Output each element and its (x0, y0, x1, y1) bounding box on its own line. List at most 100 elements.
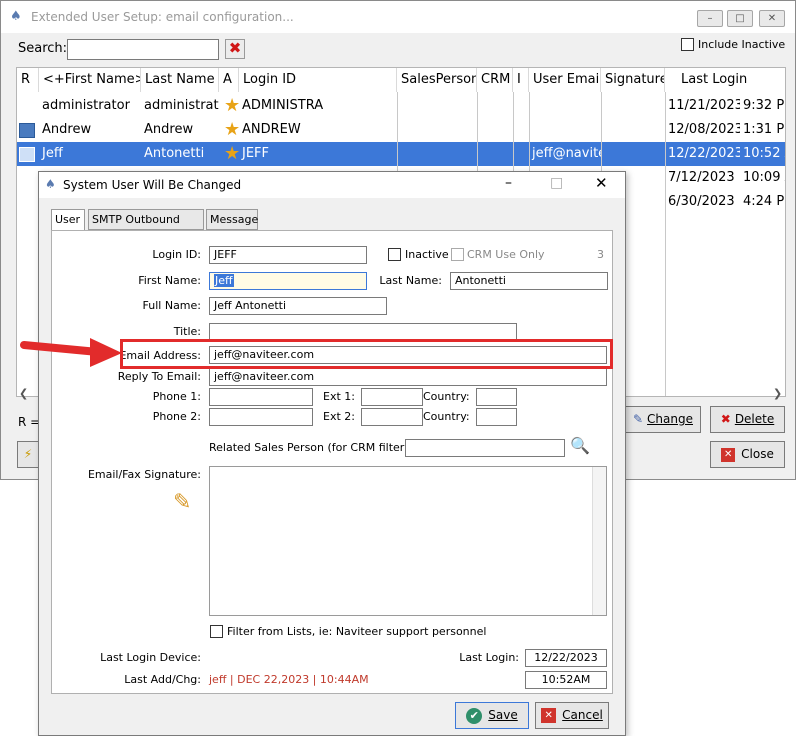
save-button[interactable]: ✔ Save (455, 702, 529, 729)
signature-scrollbar[interactable] (592, 467, 606, 615)
ext1-field[interactable] (361, 388, 423, 406)
window-title: Extended User Setup: email configuration… (31, 10, 294, 24)
col-header-r[interactable]: R (17, 68, 39, 92)
last-add-chg-value: jeff | DEC 22,2023 | 10:44AM (209, 673, 369, 686)
first-name-value: Jeff (214, 274, 234, 287)
dialog-maximize-button[interactable]: □ (550, 175, 563, 191)
column-divider (665, 92, 666, 396)
signature-label: Email/Fax Signature: (87, 468, 201, 481)
country1-field[interactable] (476, 388, 517, 406)
country2-field[interactable] (476, 408, 517, 426)
delete-button[interactable]: ✖ Delete (710, 406, 785, 433)
cell-last-login-date: 7/12/2023 (668, 170, 735, 185)
country1-label: Country: (423, 390, 470, 403)
clear-search-button[interactable]: ✖ (225, 39, 245, 59)
cancel-button[interactable]: ✕ Cancel (535, 702, 609, 729)
delete-button-label: Delete (734, 412, 775, 426)
last-add-chg-label: Last Add/Chg: (124, 673, 201, 686)
tab-user[interactable]: User (51, 209, 85, 231)
full-name-field[interactable]: Jeff Antonetti (209, 297, 387, 315)
col-header-signature[interactable]: Signature (601, 68, 665, 92)
user-number: 3 (597, 248, 604, 261)
related-sales-person-label: Related Sales Person (for CRM filtering)… (209, 441, 430, 454)
tab-message[interactable]: Message (206, 209, 258, 230)
close-button-label: Close (741, 447, 774, 461)
reply-to-field[interactable]: jeff@naviteer.com (209, 368, 607, 386)
cell-last-login-date: 6/30/2023 (668, 194, 735, 209)
user-card-icon (19, 147, 35, 162)
close-window-button[interactable]: ✕ (759, 10, 785, 27)
filter-from-lists-label: Filter from Lists, ie: Naviteer support … (227, 625, 487, 638)
close-button[interactable]: ✕ Close (710, 441, 785, 468)
admin-star-icon: ★ (224, 119, 241, 140)
ext2-label: Ext 2: (323, 410, 355, 423)
check-icon: ✔ (466, 707, 483, 724)
scroll-right-icon[interactable]: ❯ (773, 387, 782, 400)
admin-star-icon: ★ (224, 143, 241, 164)
cell-last-name: Andrew (144, 122, 194, 137)
cell-last-login-date: 12/08/2023 (668, 122, 740, 137)
col-header-login-id[interactable]: Login ID (239, 68, 397, 92)
cancel-x-icon: ✕ (541, 708, 557, 723)
login-id-field[interactable]: JEFF (209, 246, 367, 264)
phone1-label: Phone 1: (152, 390, 201, 403)
tab-smtp-outbound-email[interactable]: SMTP Outbound Email (88, 209, 204, 245)
cell-login-id: ADMINISTRA (242, 98, 324, 113)
phone2-field[interactable] (209, 408, 313, 426)
include-inactive-checkbox[interactable] (681, 38, 694, 51)
email-highlight-box (120, 339, 613, 369)
cell-last-login-time: 10:09 AM (743, 170, 785, 185)
ext2-field[interactable] (361, 408, 423, 426)
col-header-a[interactable]: A (219, 68, 239, 92)
col-header-crm[interactable]: CRM (477, 68, 513, 92)
window-titlebar: ♠ Extended User Setup: email configurati… (1, 1, 795, 33)
lightning-button[interactable]: ⚡ (17, 441, 39, 468)
signature-textarea[interactable] (209, 466, 607, 616)
cell-last-name: administrato (144, 98, 219, 113)
edit-user-icon: ✎ (632, 412, 644, 426)
col-header-user-email[interactable]: User Email (529, 68, 601, 92)
full-name-label: Full Name: (142, 299, 201, 312)
cell-last-login-time: 9:32 PM (743, 98, 785, 113)
save-button-label: Save (488, 708, 518, 722)
cell-last-login-date: 12/22/2023 (668, 146, 740, 161)
col-header-last-name[interactable]: Last Name (141, 68, 219, 92)
col-header-first-name[interactable]: <+First Name> (39, 68, 141, 92)
dialog-close-button[interactable]: ✕ (595, 174, 608, 192)
cell-last-login-time: 1:31 PM (743, 122, 785, 137)
col-header-last-login[interactable]: Last Login (665, 68, 785, 92)
filter-from-lists-checkbox[interactable] (210, 625, 223, 638)
inactive-label: Inactive (405, 248, 449, 261)
col-header-i[interactable]: I (513, 68, 529, 92)
inactive-checkbox[interactable] (388, 248, 401, 261)
last-name-field[interactable]: Antonetti (450, 272, 608, 290)
scroll-left-icon[interactable]: ❮ (19, 387, 28, 400)
change-button-label: Change (647, 412, 693, 426)
first-name-field[interactable]: Jeff (209, 272, 367, 290)
close-x-icon: ✕ (721, 447, 736, 462)
search-icon[interactable]: 🔍 (570, 436, 590, 455)
col-header-salesperson[interactable]: SalesPerson (397, 68, 477, 92)
dialog-minimize-button[interactable]: – (505, 175, 512, 191)
table-row[interactable]: administrator administrato ★ ADMINISTRA … (17, 94, 785, 118)
login-id-label: Login ID: (152, 248, 201, 261)
change-button[interactable]: ✎ Change (625, 406, 701, 433)
r-legend-label: R = (18, 415, 41, 429)
reply-to-label: Reply To Email: (117, 370, 201, 383)
table-row[interactable]: Andrew Andrew ★ ANDREW 12/08/2023 1:31 P… (17, 118, 785, 142)
include-inactive-label: Include Inactive (698, 38, 786, 51)
crm-use-only-checkbox[interactable] (451, 248, 464, 261)
cell-last-login-date: 11/21/2023 (668, 98, 740, 113)
last-login-date-field: 12/22/2023 (525, 649, 607, 667)
maximize-button[interactable]: □ (727, 10, 753, 27)
minimize-button[interactable]: – (697, 10, 723, 27)
phone1-field[interactable] (209, 388, 313, 406)
system-user-dialog: ♠ System User Will Be Changed – □ ✕ User… (38, 171, 626, 736)
search-input[interactable] (67, 39, 219, 60)
last-login-time-field: 10:52AM (525, 671, 607, 689)
signature-edit-icon[interactable]: ✎ (173, 490, 191, 515)
table-row-selected[interactable]: Jeff Antonetti ★ JEFF jeff@navitee 12/22… (17, 142, 785, 166)
related-sales-person-field[interactable] (405, 439, 565, 457)
cell-last-login-time: 10:52 AM (743, 146, 785, 161)
dialog-title: System User Will Be Changed (63, 178, 242, 192)
